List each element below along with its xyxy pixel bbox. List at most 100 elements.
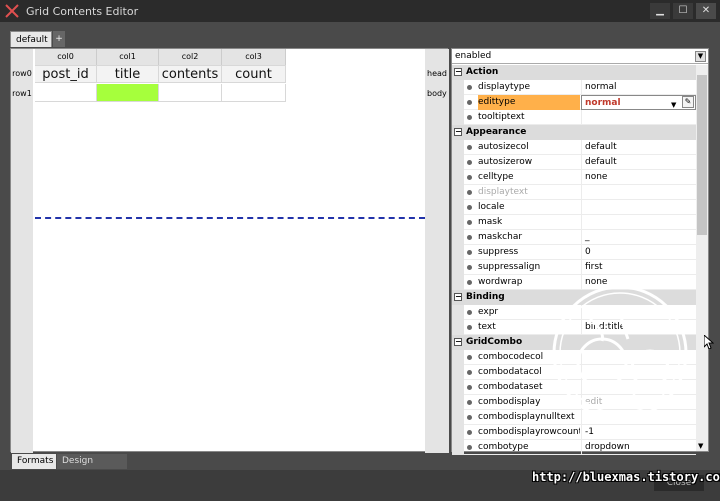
property-scrollbar[interactable]: ▼ (696, 65, 708, 451)
column-header-col1[interactable]: col1 (97, 49, 159, 65)
collapse-icon[interactable]: − (454, 128, 462, 136)
row-gutter (452, 395, 464, 410)
property-row-combotype[interactable]: combotype dropdown (452, 440, 696, 455)
property-row-autosizerow[interactable]: autosizerow default (452, 155, 696, 170)
property-value[interactable] (581, 200, 696, 215)
property-value[interactable]: -1 (581, 425, 696, 440)
property-name: suppressalign (478, 262, 541, 272)
window-title: Grid Contents Editor (26, 5, 139, 18)
property-name: tooltiptext (478, 112, 525, 122)
property-bullet-icon (467, 175, 472, 180)
property-value[interactable]: normal (581, 80, 696, 95)
property-name: autosizecol (478, 142, 529, 152)
app-logo-icon (5, 4, 19, 18)
property-value[interactable]: dropdown (581, 440, 696, 455)
row-gutter (452, 380, 464, 395)
watermark-url: http://bluexmas.tistory.com/ (532, 470, 720, 484)
property-row-suppressalign[interactable]: suppressalign first (452, 260, 696, 275)
row-header-gutter (11, 49, 33, 453)
column-header-col2[interactable]: col2 (159, 49, 222, 65)
property-value[interactable] (581, 185, 696, 200)
head-cell-title[interactable]: title (97, 65, 159, 83)
column-header-col0[interactable]: col0 (35, 49, 97, 65)
scrollbar-thumb[interactable] (697, 75, 707, 235)
property-name: suppress (478, 247, 519, 257)
watermark-logo-icon (552, 285, 688, 421)
property-row-mask[interactable]: mask (452, 215, 696, 230)
row-header-row1[interactable]: row1 (11, 86, 33, 102)
property-category-action[interactable]: − Action (452, 65, 696, 80)
property-row-combodisplayrowcount[interactable]: combodisplayrowcount -1 (452, 425, 696, 440)
body-cell-0[interactable] (35, 84, 97, 102)
chevron-down-icon[interactable]: ▼ (695, 51, 706, 62)
property-name: edittype (478, 95, 580, 110)
band-label-head: head (427, 69, 447, 78)
property-bullet-icon (467, 280, 472, 285)
property-value[interactable]: first (581, 260, 696, 275)
body-cell-2[interactable] (159, 84, 222, 102)
property-row-suppress[interactable]: suppress 0 (452, 245, 696, 260)
collapse-icon[interactable]: − (454, 293, 462, 301)
property-row-celltype[interactable]: celltype none (452, 170, 696, 185)
add-tab-button[interactable]: + (53, 31, 65, 47)
tab-design-source[interactable]: Design Source (57, 454, 127, 481)
collapse-icon[interactable]: − (454, 338, 462, 346)
property-bullet-icon (467, 235, 472, 240)
head-cell-contents[interactable]: contents (159, 65, 222, 83)
property-value[interactable]: _ (581, 230, 696, 245)
property-name: displaytype (478, 82, 531, 92)
tab-default[interactable]: default (10, 31, 52, 47)
property-row-autosizecol[interactable]: autosizecol default (452, 140, 696, 155)
head-cell-count[interactable]: count (222, 65, 286, 83)
column-header-col3[interactable]: col3 (222, 49, 286, 65)
head-cell-post-id[interactable]: post_id (35, 65, 97, 83)
property-filter-value: enabled (455, 51, 492, 61)
property-name: combotype (478, 442, 529, 452)
property-value[interactable]: none (581, 170, 696, 185)
edit-icon[interactable]: ✎ (682, 96, 694, 108)
maximize-button[interactable]: ☐ (673, 3, 693, 19)
scroll-down-icon[interactable]: ▼ (698, 442, 703, 450)
property-bullet-icon (467, 385, 472, 390)
row-gutter (452, 275, 464, 290)
close-window-button[interactable]: ✕ (696, 3, 716, 19)
row-gutter (452, 170, 464, 185)
collapse-icon[interactable]: − (454, 68, 462, 76)
row-gutter (452, 305, 464, 320)
tab-formats[interactable]: Formats (12, 454, 56, 469)
body-cell-1-selected[interactable] (97, 84, 159, 102)
property-row-maskchar[interactable]: maskchar _ (452, 230, 696, 245)
band-label-body: body (427, 89, 447, 98)
property-bullet-icon (467, 145, 472, 150)
row-gutter (452, 230, 464, 245)
property-row-edittype[interactable]: edittype normal ▼ ✎ (452, 95, 696, 110)
property-row-locale[interactable]: locale (452, 200, 696, 215)
property-bullet-icon (467, 160, 472, 165)
property-row-tooltiptext[interactable]: tooltiptext (452, 110, 696, 125)
property-bullet-icon (467, 115, 472, 120)
row-gutter (452, 200, 464, 215)
property-row-displaytype[interactable]: displaytype normal (452, 80, 696, 95)
property-bullet-icon (467, 85, 472, 90)
property-name: locale (478, 202, 505, 212)
row-gutter (452, 425, 464, 440)
property-bullet-icon (467, 325, 472, 330)
property-category-appearance[interactable]: − Appearance (452, 125, 696, 140)
property-value[interactable] (581, 110, 696, 125)
property-filter-combo[interactable]: enabled ▼ (452, 49, 708, 64)
row-gutter (452, 155, 464, 170)
property-value[interactable]: normal (581, 95, 696, 110)
row-header-row0[interactable]: row0 (11, 66, 33, 82)
property-value[interactable]: 0 (581, 245, 696, 260)
row-gutter (452, 260, 464, 275)
property-row-displaytext[interactable]: displaytext (452, 185, 696, 200)
row-gutter (452, 440, 464, 455)
minimize-button[interactable]: ▁ (650, 3, 670, 19)
property-name: celltype (478, 172, 514, 182)
property-value[interactable]: default (581, 155, 696, 170)
property-value[interactable]: default (581, 140, 696, 155)
row-gutter (452, 95, 464, 110)
property-value[interactable] (581, 215, 696, 230)
grid-design-area: col0 col1 col2 col3 row0 row1 post_id ti… (10, 48, 449, 453)
body-cell-3[interactable] (222, 84, 286, 102)
